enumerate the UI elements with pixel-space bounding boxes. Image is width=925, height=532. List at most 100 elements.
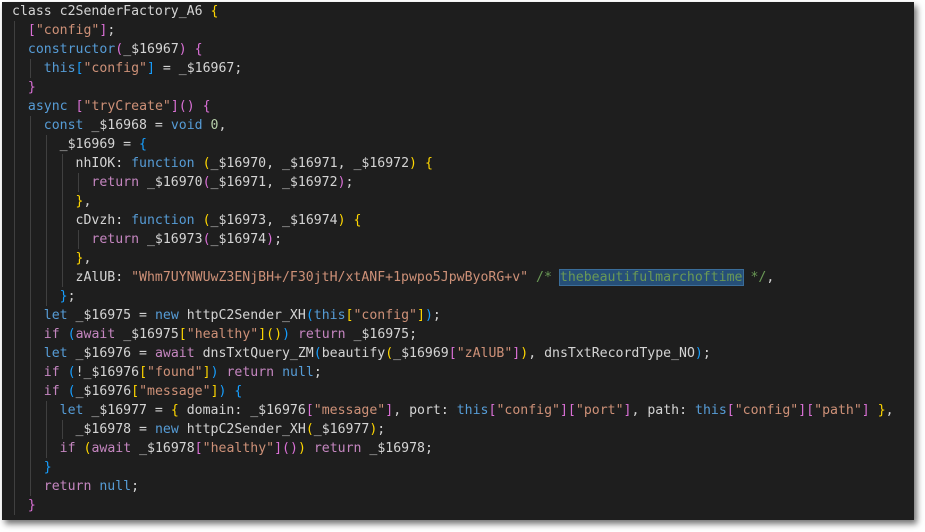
code-token: ; [67, 289, 76, 304]
indent-guide [14, 192, 15, 211]
indent-guide [29, 230, 31, 249]
code-line: }, [12, 192, 914, 211]
code-token: ( [202, 232, 211, 247]
code-token: return [91, 232, 140, 247]
code-line: if (_$16976["message"]) { [12, 382, 914, 401]
code-token: [ [178, 327, 187, 342]
indent-guide [45, 420, 47, 439]
indent-guide [14, 97, 15, 116]
indent-guide [45, 401, 47, 420]
code-token: _$16967 [123, 42, 179, 57]
code-token: ( [67, 384, 76, 399]
indent-guide [29, 420, 31, 439]
code-line: }; [12, 287, 914, 306]
code-token: "found" [147, 365, 203, 380]
code-line: async ["tryCreate"]() { [12, 97, 914, 116]
indent-guide [29, 382, 31, 401]
indent-guide [14, 40, 15, 59]
indent-guide [45, 211, 47, 230]
code-token: ( [67, 365, 76, 380]
code-token: _$16977 = [83, 403, 171, 418]
code-token: null [99, 479, 132, 494]
code-token: const [43, 118, 84, 133]
code-token: , [218, 118, 227, 133]
code-line: const _$16968 = void 0, [12, 116, 914, 135]
code-token: null [282, 365, 314, 380]
code-token: } [43, 460, 52, 475]
indent-guide [29, 59, 31, 78]
code-token: void [170, 118, 203, 133]
indent-guide [14, 78, 15, 97]
code-line: return null; [12, 477, 914, 496]
code-token: "Whm7UYNWUwZ3ENjBH+/F30jtH/xtANF+1pwpo5J… [131, 270, 529, 285]
code-token: , port: [393, 403, 457, 418]
indent-guide [14, 344, 15, 363]
code-token: this [43, 61, 76, 76]
code-token: ] [202, 365, 211, 380]
indent-guide [45, 154, 47, 173]
code-token: new [154, 308, 179, 323]
code-token: _$16975 [115, 327, 179, 342]
code-area[interactable]: class c2SenderFactory_A6 { [ "config"]; c… [12, 2, 914, 515]
code-token: } [27, 80, 36, 95]
code-token: _$16975 = [67, 308, 155, 323]
code-line: _$16978 = new httpC2Sender_XH(_$16977); [12, 420, 914, 439]
indent-guide [29, 249, 31, 268]
code-line: return _$16973(_$16974); [12, 230, 914, 249]
indent-guide [45, 192, 47, 211]
indent-guide [14, 287, 15, 306]
code-token: "healthy" [186, 327, 259, 342]
code-token: constructor [27, 42, 116, 57]
code-token: ) [266, 232, 275, 247]
code-token: "config" [353, 308, 418, 323]
indent-guide [45, 249, 47, 268]
code-token: ] [210, 384, 219, 399]
code-token: ] [147, 61, 155, 76]
code-line: class c2SenderFactory_A6 { [12, 2, 914, 21]
code-token: { [210, 4, 219, 19]
code-token: [ [806, 403, 815, 418]
code-token: class c2SenderFactory_A6 [12, 4, 211, 19]
code-token: ( [67, 327, 76, 342]
code-token: ] [417, 308, 425, 323]
code-token: ( [202, 156, 211, 171]
code-line: constructor(_$16967) { [12, 40, 914, 59]
code-token: _$16976 = [67, 346, 155, 361]
code-token: _$16969 [393, 346, 449, 361]
indent-guide [61, 192, 63, 211]
code-token: /* [536, 270, 560, 285]
code-token: , [83, 251, 92, 266]
code-token: beautify [321, 346, 386, 361]
code-token: "port" [575, 403, 624, 418]
code-token: _$16971, _$16972 [210, 175, 338, 190]
code-token: _$16978 = [75, 422, 155, 437]
code-token: ; [432, 308, 441, 323]
code-token: [ [27, 23, 36, 38]
code-token: _$16978 [131, 441, 195, 456]
code-token: , path: [631, 403, 695, 418]
code-line: } [12, 496, 914, 515]
code-token: ; [313, 365, 322, 380]
code-token: ) [694, 346, 703, 361]
code-line: }, [12, 249, 914, 268]
code-token: [ [448, 346, 457, 361]
code-token: _$16968 = [83, 118, 171, 133]
code-token: ] [385, 403, 394, 418]
code-token: } [59, 289, 68, 304]
code-line: if (!_$16976["found"]) return null; [12, 363, 914, 382]
code-token: ] [258, 327, 267, 342]
indent-guide [29, 439, 31, 458]
